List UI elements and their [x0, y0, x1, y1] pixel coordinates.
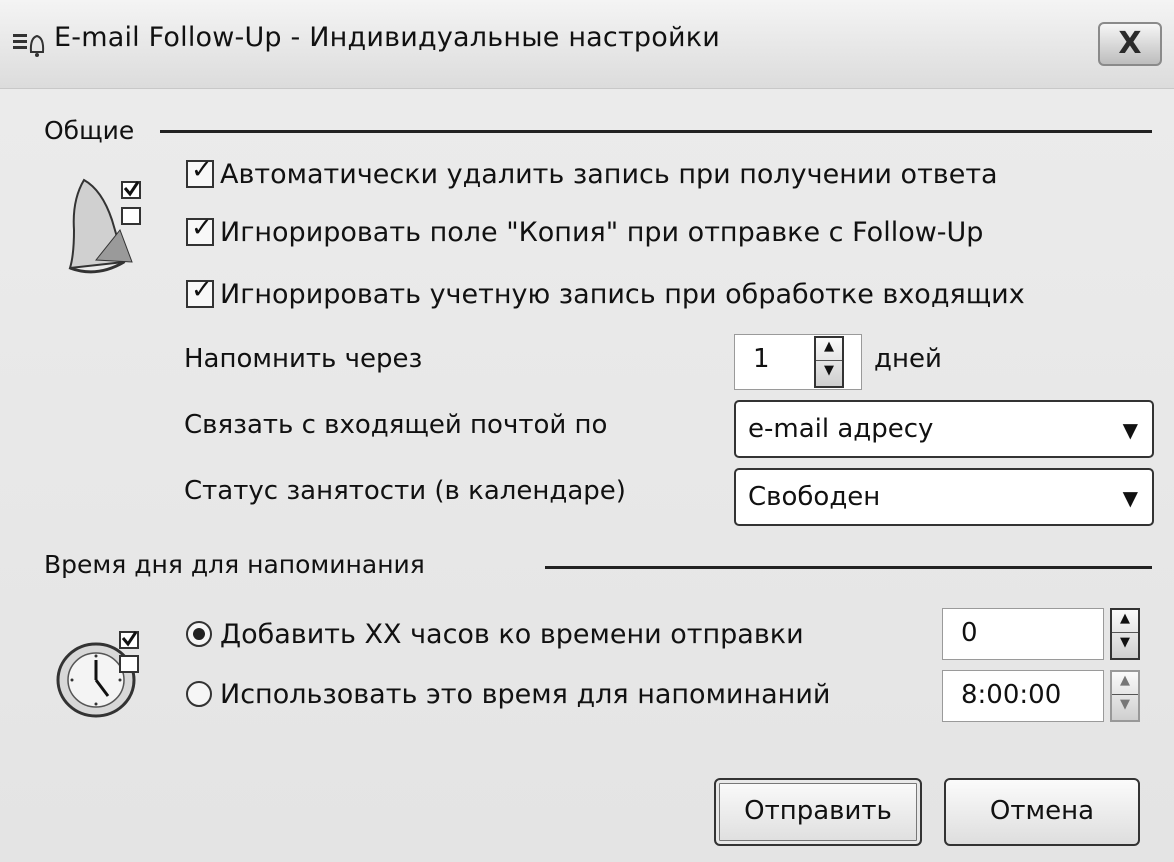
add-hours-label: Добавить XX часов ко времени отправки: [220, 618, 804, 650]
ignore-account-label: Игнорировать учетную запись при обработк…: [220, 278, 1025, 310]
stepper-down-icon[interactable]: ▼: [816, 360, 842, 384]
use-time-stepper[interactable]: ▲ ▼: [1110, 670, 1140, 722]
stepper-down-icon[interactable]: ▼: [1112, 632, 1138, 656]
use-time-label: Использовать это время для напоминаний: [220, 678, 831, 710]
remind-label: Напомнить через: [184, 344, 423, 374]
chevron-down-icon: ▼: [1122, 418, 1138, 442]
use-time-field[interactable]: 8:00:00: [942, 670, 1104, 722]
remind-unit-label: дней: [874, 344, 942, 374]
settings-dialog: E-mail Follow-Up - Индивидуальные настро…: [0, 0, 1174, 862]
chevron-down-icon: ▼: [1122, 486, 1138, 510]
close-icon: X: [1118, 26, 1142, 61]
busy-status-value: Свободен: [748, 482, 881, 512]
link-label: Связать с входящей почтой по: [184, 410, 608, 440]
use-time-value: 8:00:00: [961, 680, 1062, 710]
settings-icon: [13, 34, 45, 57]
remind-days-stepper[interactable]: ▲ ▼: [814, 336, 844, 388]
auto-delete-checkbox[interactable]: ✓: [186, 157, 214, 188]
close-button[interactable]: X: [1098, 22, 1162, 66]
auto-delete-option[interactable]: ✓ Автоматически удалить запись при получ…: [186, 156, 998, 192]
use-time-option[interactable]: Использовать это время для напоминаний: [186, 676, 830, 712]
ignore-cc-checkbox[interactable]: ✓: [186, 215, 214, 246]
ignore-cc-label: Игнорировать поле "Копия" при отправке с…: [220, 216, 984, 248]
ignore-cc-option[interactable]: ✓ Игнорировать поле "Копия" при отправке…: [186, 214, 983, 250]
link-select[interactable]: e-mail адресу ▼: [734, 400, 1154, 458]
add-hours-stepper[interactable]: ▲ ▼: [1110, 608, 1140, 660]
add-hours-field[interactable]: 0: [942, 608, 1104, 660]
general-section-label: Общие: [44, 116, 135, 145]
stepper-down-icon[interactable]: ▼: [1112, 694, 1138, 718]
cancel-button-label: Отмена: [989, 796, 1095, 826]
time-section-label: Время дня для напоминания: [44, 550, 425, 579]
send-button-label: Отправить: [744, 796, 892, 826]
busy-status-select[interactable]: Свободен ▼: [734, 468, 1154, 526]
bell-icon: [68, 178, 141, 274]
add-hours-option[interactable]: Добавить XX часов ко времени отправки: [186, 616, 804, 652]
busy-status-label: Статус занятости (в календаре): [184, 476, 626, 506]
title-bar: E-mail Follow-Up - Индивидуальные настро…: [0, 0, 1174, 89]
add-hours-radio[interactable]: [186, 621, 212, 647]
use-time-radio[interactable]: [186, 681, 212, 707]
link-select-value: e-mail адресу: [748, 414, 934, 444]
time-separator: [545, 566, 1152, 569]
remind-days-value: 1: [753, 344, 770, 374]
add-hours-value: 0: [961, 618, 978, 648]
clock-icon: [56, 631, 139, 718]
ignore-account-option[interactable]: ✓ Игнорировать учетную запись при обрабо…: [186, 276, 1025, 312]
auto-delete-label: Автоматически удалить запись при получен…: [220, 158, 998, 190]
window-title: E-mail Follow-Up - Индивидуальные настро…: [54, 22, 720, 53]
send-button[interactable]: Отправить: [714, 778, 922, 846]
cancel-button[interactable]: Отмена: [944, 778, 1140, 846]
ignore-account-checkbox[interactable]: ✓: [186, 277, 214, 308]
general-separator: [160, 130, 1152, 133]
